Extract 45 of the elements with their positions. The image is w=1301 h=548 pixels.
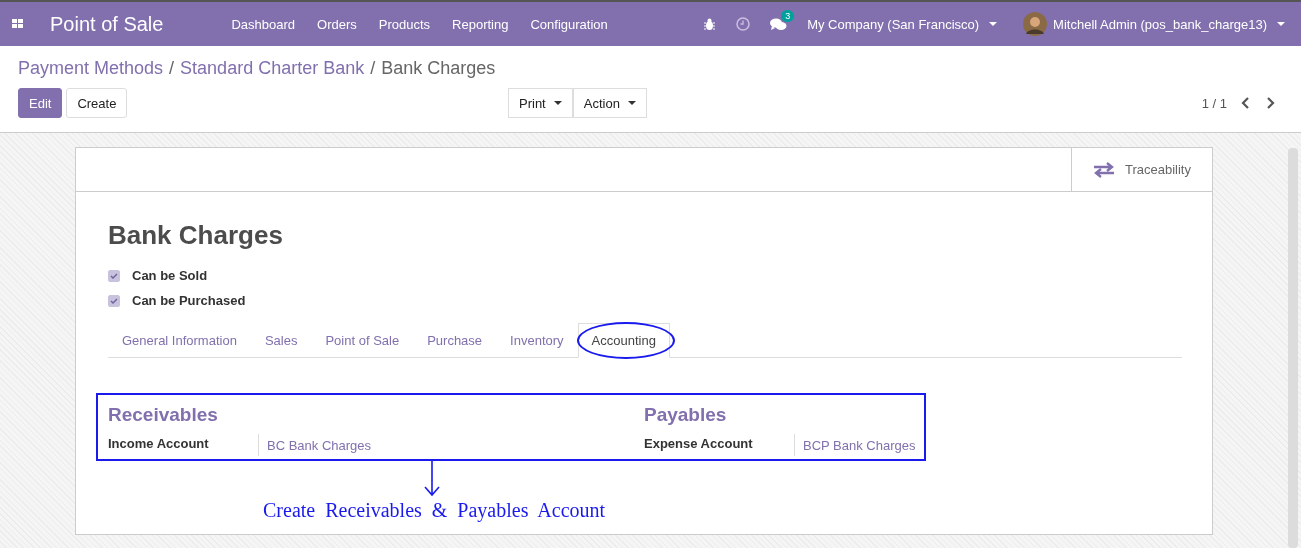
edit-button[interactable]: Edit [18,88,63,118]
tab[interactable]: Sales [250,323,312,358]
create-button[interactable]: Create [66,88,128,118]
record-title: Bank Charges [108,220,284,251]
breadcrumb-current: Bank Charges [381,58,496,79]
field-label: Income Account [108,434,259,456]
menu-item[interactable]: Reporting [452,16,509,32]
avatar [1023,12,1048,36]
tab[interactable]: Purchase [413,323,497,358]
checkbox[interactable] [108,269,120,282]
breadcrumb-link[interactable]: Payment Methods [18,58,164,79]
clock-icon[interactable] [736,17,751,31]
group-heading: Payables [644,404,728,426]
menu-item[interactable]: Orders [317,16,357,32]
field-label: Expense Account [644,434,795,456]
tab[interactable]: Point of Sale [311,323,414,358]
company-switcher[interactable]: My Company (San Francisco) [807,16,998,32]
message-count-badge: 3 [781,9,795,22]
tab[interactable]: General Information [108,323,251,358]
menu-item[interactable]: Dashboard [231,16,296,32]
chat-icon[interactable] [770,17,788,31]
scrollbar[interactable] [1288,148,1298,548]
bug-icon[interactable] [703,17,717,31]
menu-item[interactable]: Products [378,16,431,32]
field-value-link[interactable]: BC Bank Charges [259,437,372,453]
tab[interactable]: Inventory [496,323,578,358]
apps-menu-icon[interactable] [12,18,24,30]
next-icon[interactable] [1265,97,1275,109]
checkbox[interactable] [108,294,120,307]
annotation-caption: Create Receivables & Payables Account [263,499,606,522]
user-menu[interactable]: Mitchell Admin (pos_bank_charge13) [1023,12,1285,36]
group-heading: Receivables [108,404,219,426]
action-dropdown[interactable]: Action [572,88,647,118]
breadcrumb-separator: / [169,58,175,79]
menu-item[interactable]: Configuration [530,16,608,32]
checkbox-label: Can be Sold [132,268,208,283]
previous-icon[interactable] [1241,97,1251,109]
app-title[interactable]: Point of Sale [50,12,164,36]
breadcrumb-link[interactable]: Standard Charter Bank [180,58,365,79]
field-value-link[interactable]: BCP Bank Charges [795,437,916,453]
checkbox-label: Can be Purchased [132,293,246,308]
pager-counter: 1 / 1 [1201,95,1227,111]
transfer-icon [1093,161,1115,178]
print-dropdown[interactable]: Print [508,88,573,118]
breadcrumb-separator: / [370,58,376,79]
